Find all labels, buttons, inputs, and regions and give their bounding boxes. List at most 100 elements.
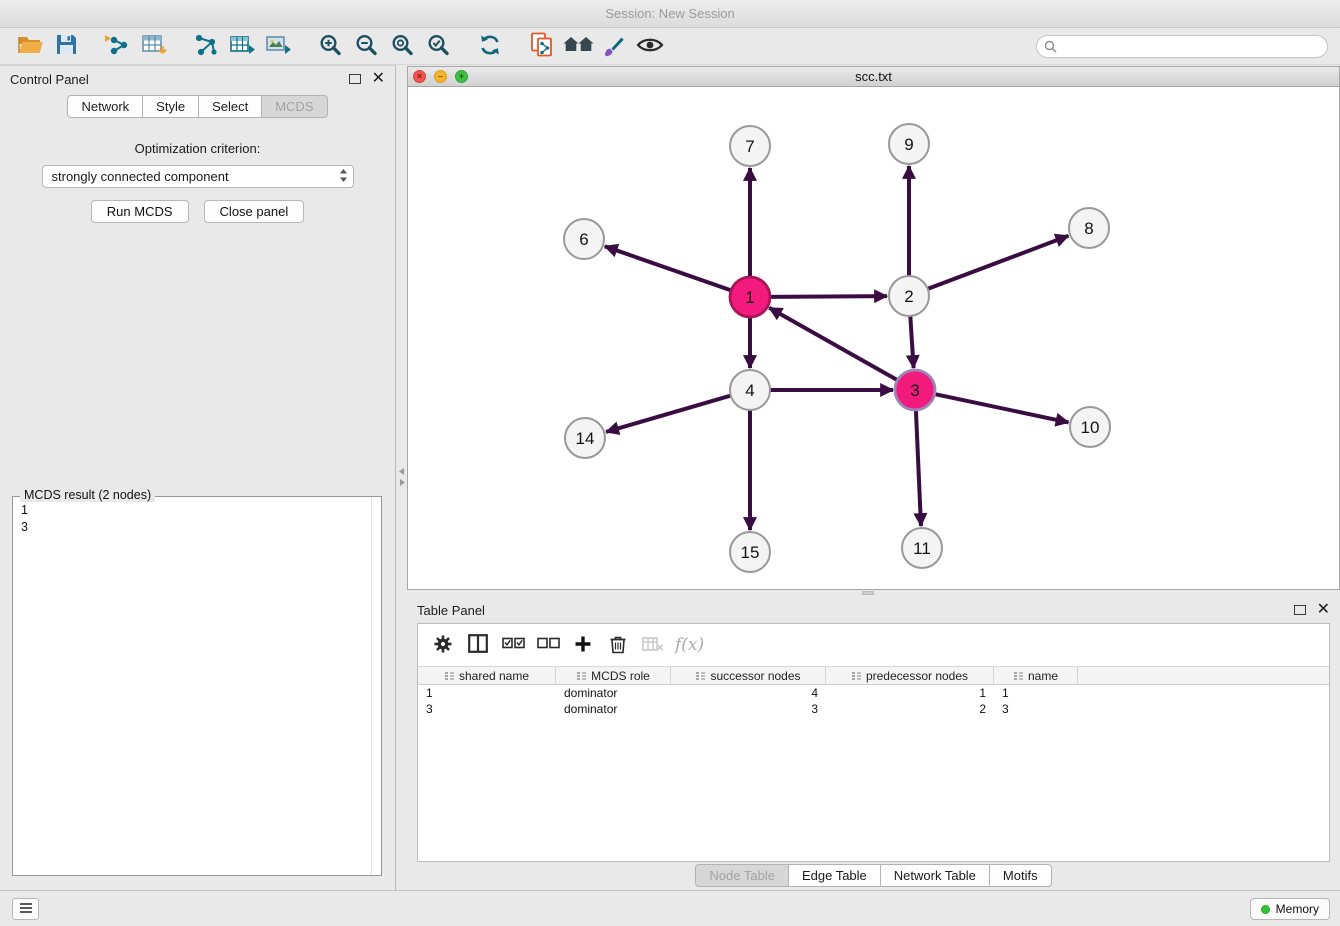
zoom-out-button[interactable] <box>348 31 384 61</box>
tab-edge-table[interactable]: Edge Table <box>788 864 881 887</box>
delete-column-button[interactable] <box>605 631 631 659</box>
graph-edge-3-1[interactable] <box>769 308 897 380</box>
graph-node-7[interactable] <box>730 126 770 166</box>
column-header-successor-nodes[interactable]: successor nodes <box>671 667 826 684</box>
function-builder-button[interactable]: f(x) <box>675 631 704 659</box>
column-header-shared-name[interactable]: shared name <box>418 667 556 684</box>
tab-select[interactable]: Select <box>198 95 262 118</box>
result-line: 3 <box>21 519 373 536</box>
run-mcds-button[interactable]: Run MCDS <box>91 200 189 223</box>
new-table-button[interactable] <box>224 31 260 61</box>
result-line: 1 <box>21 502 373 519</box>
table-settings-button[interactable] <box>430 631 456 659</box>
table-cell[interactable]: 4 <box>671 685 826 701</box>
tab-node-table[interactable]: Node Table <box>695 864 789 887</box>
close-panel-button[interactable]: Close panel <box>204 200 305 223</box>
table-cell[interactable]: 3 <box>418 701 556 717</box>
zoom-selected-button[interactable] <box>420 31 456 61</box>
graph-node-6[interactable] <box>564 219 604 259</box>
close-table-panel-icon[interactable]: ✕ <box>1317 602 1330 618</box>
table-tabs: Node Table Edge Table Network Table Moti… <box>407 864 1340 887</box>
graph-edge-1-2[interactable] <box>770 296 887 297</box>
column-header-mcds-role[interactable]: MCDS role <box>556 667 671 684</box>
refresh-icon <box>477 33 503 60</box>
splitter-expand-icon[interactable] <box>399 474 405 481</box>
horizontal-splitter[interactable] <box>407 590 1340 597</box>
search-input[interactable] <box>1036 35 1328 58</box>
graph-edge-3-11[interactable] <box>916 410 921 526</box>
float-table-panel-icon[interactable] <box>1294 605 1306 615</box>
graph-node-2[interactable] <box>889 276 929 316</box>
splitter-collapse-icon[interactable] <box>399 463 405 470</box>
graph-node-14[interactable] <box>565 418 605 458</box>
table-row[interactable]: 3dominator323 <box>418 701 1329 717</box>
memory-label: Memory <box>1276 902 1319 916</box>
tab-mcds[interactable]: MCDS <box>261 95 327 118</box>
graph-edge-3-10[interactable] <box>935 394 1069 422</box>
tab-network[interactable]: Network <box>67 95 143 118</box>
column-header-label: shared name <box>459 669 529 683</box>
delete-table-button[interactable] <box>640 631 666 659</box>
import-table-button[interactable] <box>136 31 172 61</box>
graph-node-15[interactable] <box>730 532 770 572</box>
add-column-button[interactable] <box>570 631 596 659</box>
table-cell[interactable]: 1 <box>418 685 556 701</box>
zoom-fit-button[interactable] <box>384 31 420 61</box>
column-header-predecessor-nodes[interactable]: predecessor nodes <box>826 667 994 684</box>
open-file-button[interactable] <box>12 31 48 61</box>
clone-network-button[interactable] <box>524 31 560 61</box>
export-image-button[interactable] <box>260 31 296 61</box>
graph-node-1[interactable] <box>730 277 770 317</box>
tab-network-table[interactable]: Network Table <box>880 864 990 887</box>
close-panel-icon[interactable]: ✕ <box>372 71 385 87</box>
save-session-button[interactable] <box>48 31 84 61</box>
memory-button[interactable]: Memory <box>1250 898 1330 920</box>
table-cell[interactable]: dominator <box>556 685 671 701</box>
splitter-grip[interactable] <box>862 591 874 595</box>
show-columns-button[interactable] <box>465 631 491 659</box>
close-window-icon[interactable]: × <box>413 70 426 83</box>
table-cell[interactable]: 3 <box>671 701 826 717</box>
sort-icon <box>695 671 706 681</box>
unchecked-boxes-icon <box>537 636 560 654</box>
table-panel-title: Table Panel <box>417 603 485 618</box>
table-row[interactable]: 1dominator411 <box>418 685 1329 701</box>
table-cell[interactable]: dominator <box>556 701 671 717</box>
select-all-button[interactable] <box>500 631 526 659</box>
show-hide-button[interactable] <box>632 31 668 61</box>
table-cell[interactable]: 3 <box>994 701 1078 717</box>
graph-node-3[interactable] <box>895 370 935 410</box>
new-network-button[interactable] <box>188 31 224 61</box>
tab-motifs[interactable]: Motifs <box>989 864 1052 887</box>
graph-edge-2-3[interactable] <box>910 316 913 368</box>
graph-node-11[interactable] <box>902 528 942 568</box>
result-scrollbar[interactable] <box>371 497 372 875</box>
vertical-splitter[interactable] <box>397 65 407 890</box>
refresh-button[interactable] <box>472 31 508 61</box>
home-button[interactable] <box>560 31 596 61</box>
float-panel-icon[interactable] <box>349 74 361 84</box>
style-button[interactable] <box>596 31 632 61</box>
graph-node-9[interactable] <box>889 124 929 164</box>
graph-node-4[interactable] <box>730 370 770 410</box>
table-cell[interactable]: 1 <box>994 685 1078 701</box>
zoom-in-button[interactable] <box>312 31 348 61</box>
maximize-window-icon[interactable]: + <box>455 70 468 83</box>
network-canvas[interactable]: 7968124314101511 <box>408 87 1339 589</box>
graph-edge-1-6[interactable] <box>605 246 731 290</box>
graph-edge-4-14[interactable] <box>606 396 731 432</box>
node-table-container: f(x) shared name MCDS rolesuccessor nodes… <box>417 623 1330 862</box>
graph-node-8[interactable] <box>1069 208 1109 248</box>
table-cell[interactable]: 1 <box>826 685 994 701</box>
table-cell[interactable]: 2 <box>826 701 994 717</box>
minimize-window-icon[interactable]: – <box>434 70 447 83</box>
import-network-button[interactable] <box>100 31 136 61</box>
graph-edge-2-8[interactable] <box>928 236 1069 289</box>
deselect-all-button[interactable] <box>535 631 561 659</box>
network-window-titlebar[interactable]: × – + scc.txt <box>408 67 1339 87</box>
column-header-name[interactable]: name <box>994 667 1078 684</box>
graph-node-10[interactable] <box>1070 407 1110 447</box>
show-panels-button[interactable] <box>12 898 39 920</box>
optimization-criterion-select[interactable]: strongly connected component <box>42 165 354 188</box>
tab-style[interactable]: Style <box>142 95 199 118</box>
